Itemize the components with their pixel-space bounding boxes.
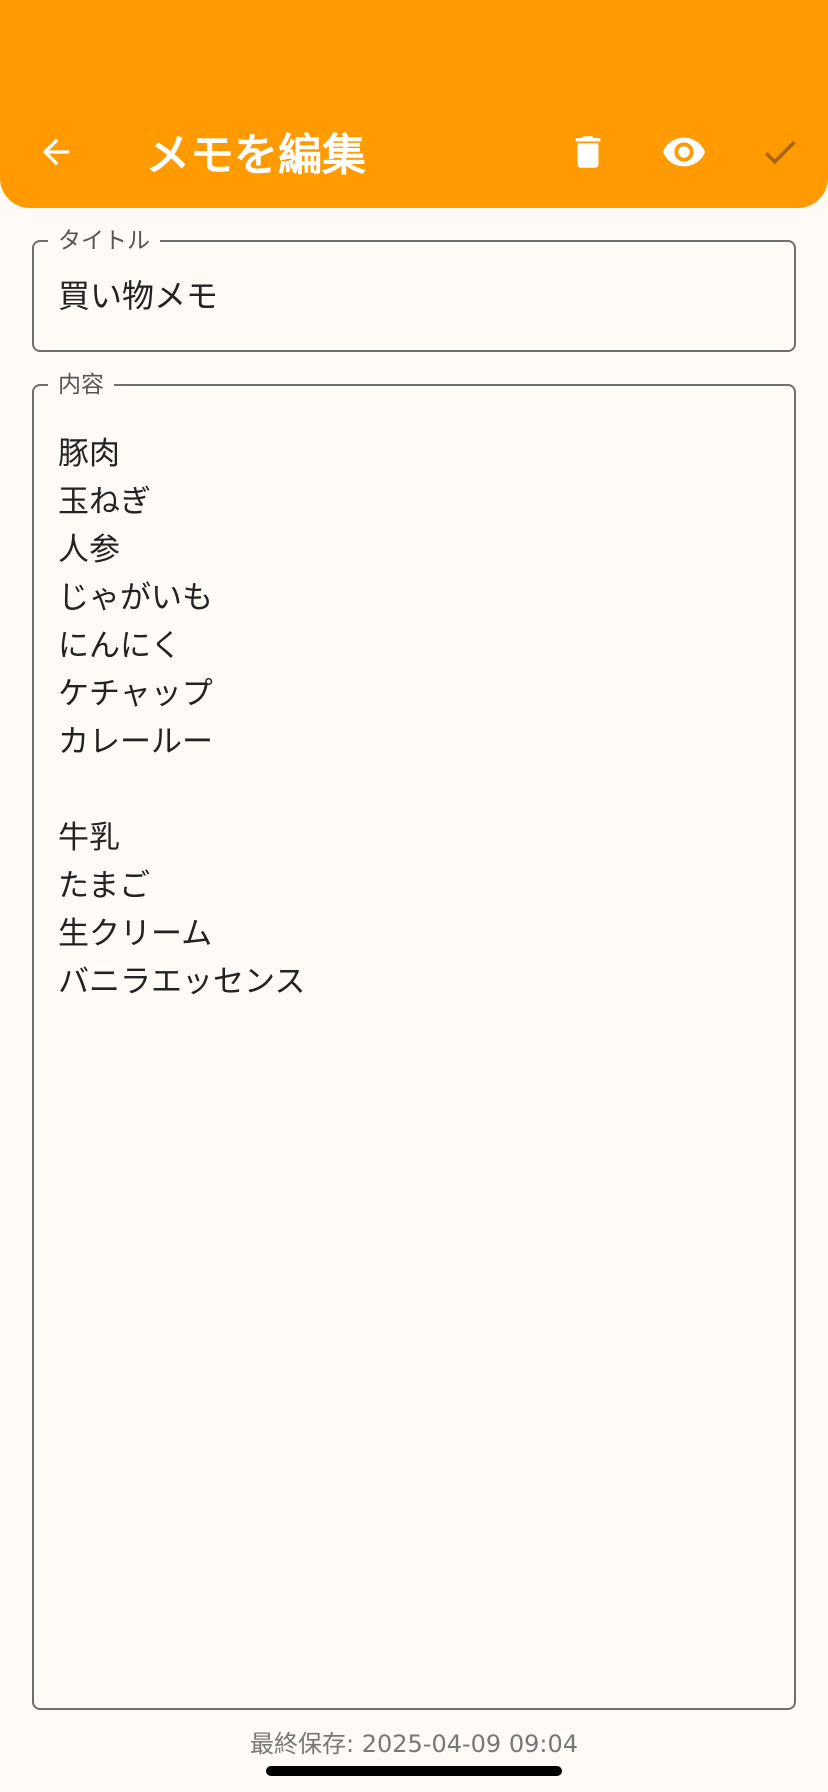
content-line: 人参 (58, 532, 120, 568)
content-field-label: 内容 (48, 370, 114, 400)
content-line (58, 766, 770, 814)
content-line: じゃがいも (58, 580, 213, 616)
content-line: にんにく (58, 628, 182, 664)
eye-icon (662, 137, 706, 167)
arrow-back-icon (42, 138, 70, 166)
content-line: カレールー (58, 724, 213, 760)
content-line: 牛乳 (58, 820, 120, 856)
content-line: 生クリーム (58, 916, 213, 952)
last-saved-status: 最終保存: 2025-04-09 09:04 (250, 1730, 578, 1758)
save-button[interactable] (744, 116, 816, 188)
content-field[interactable]: 内容 豚肉 玉ねぎ 人参 じゃがいも にんにく ケチャップ カレールー 牛乳 た… (32, 370, 796, 1710)
preview-button[interactable] (648, 116, 720, 188)
back-button[interactable] (20, 116, 92, 188)
content-line: バニラエッセンス (58, 964, 306, 1000)
check-icon (764, 140, 796, 165)
title-input-value[interactable]: 買い物メモ (58, 276, 218, 316)
content-text[interactable]: 豚肉 玉ねぎ 人参 じゃがいも にんにく ケチャップ カレールー 牛乳 たまご … (58, 430, 770, 1006)
trash-icon (575, 136, 601, 168)
delete-button[interactable] (552, 116, 624, 188)
content-line: 玉ねぎ (58, 484, 151, 520)
title-field[interactable]: タイトル 買い物メモ (32, 226, 796, 352)
content-line: たまご (58, 868, 151, 904)
app-bar: メモを編集 (0, 0, 828, 208)
page-title: メモを編集 (146, 130, 366, 181)
title-field-label: タイトル (48, 226, 160, 256)
content-line: 豚肉 (58, 436, 120, 472)
content-line: ケチャップ (58, 676, 213, 712)
home-indicator[interactable] (266, 1766, 562, 1776)
